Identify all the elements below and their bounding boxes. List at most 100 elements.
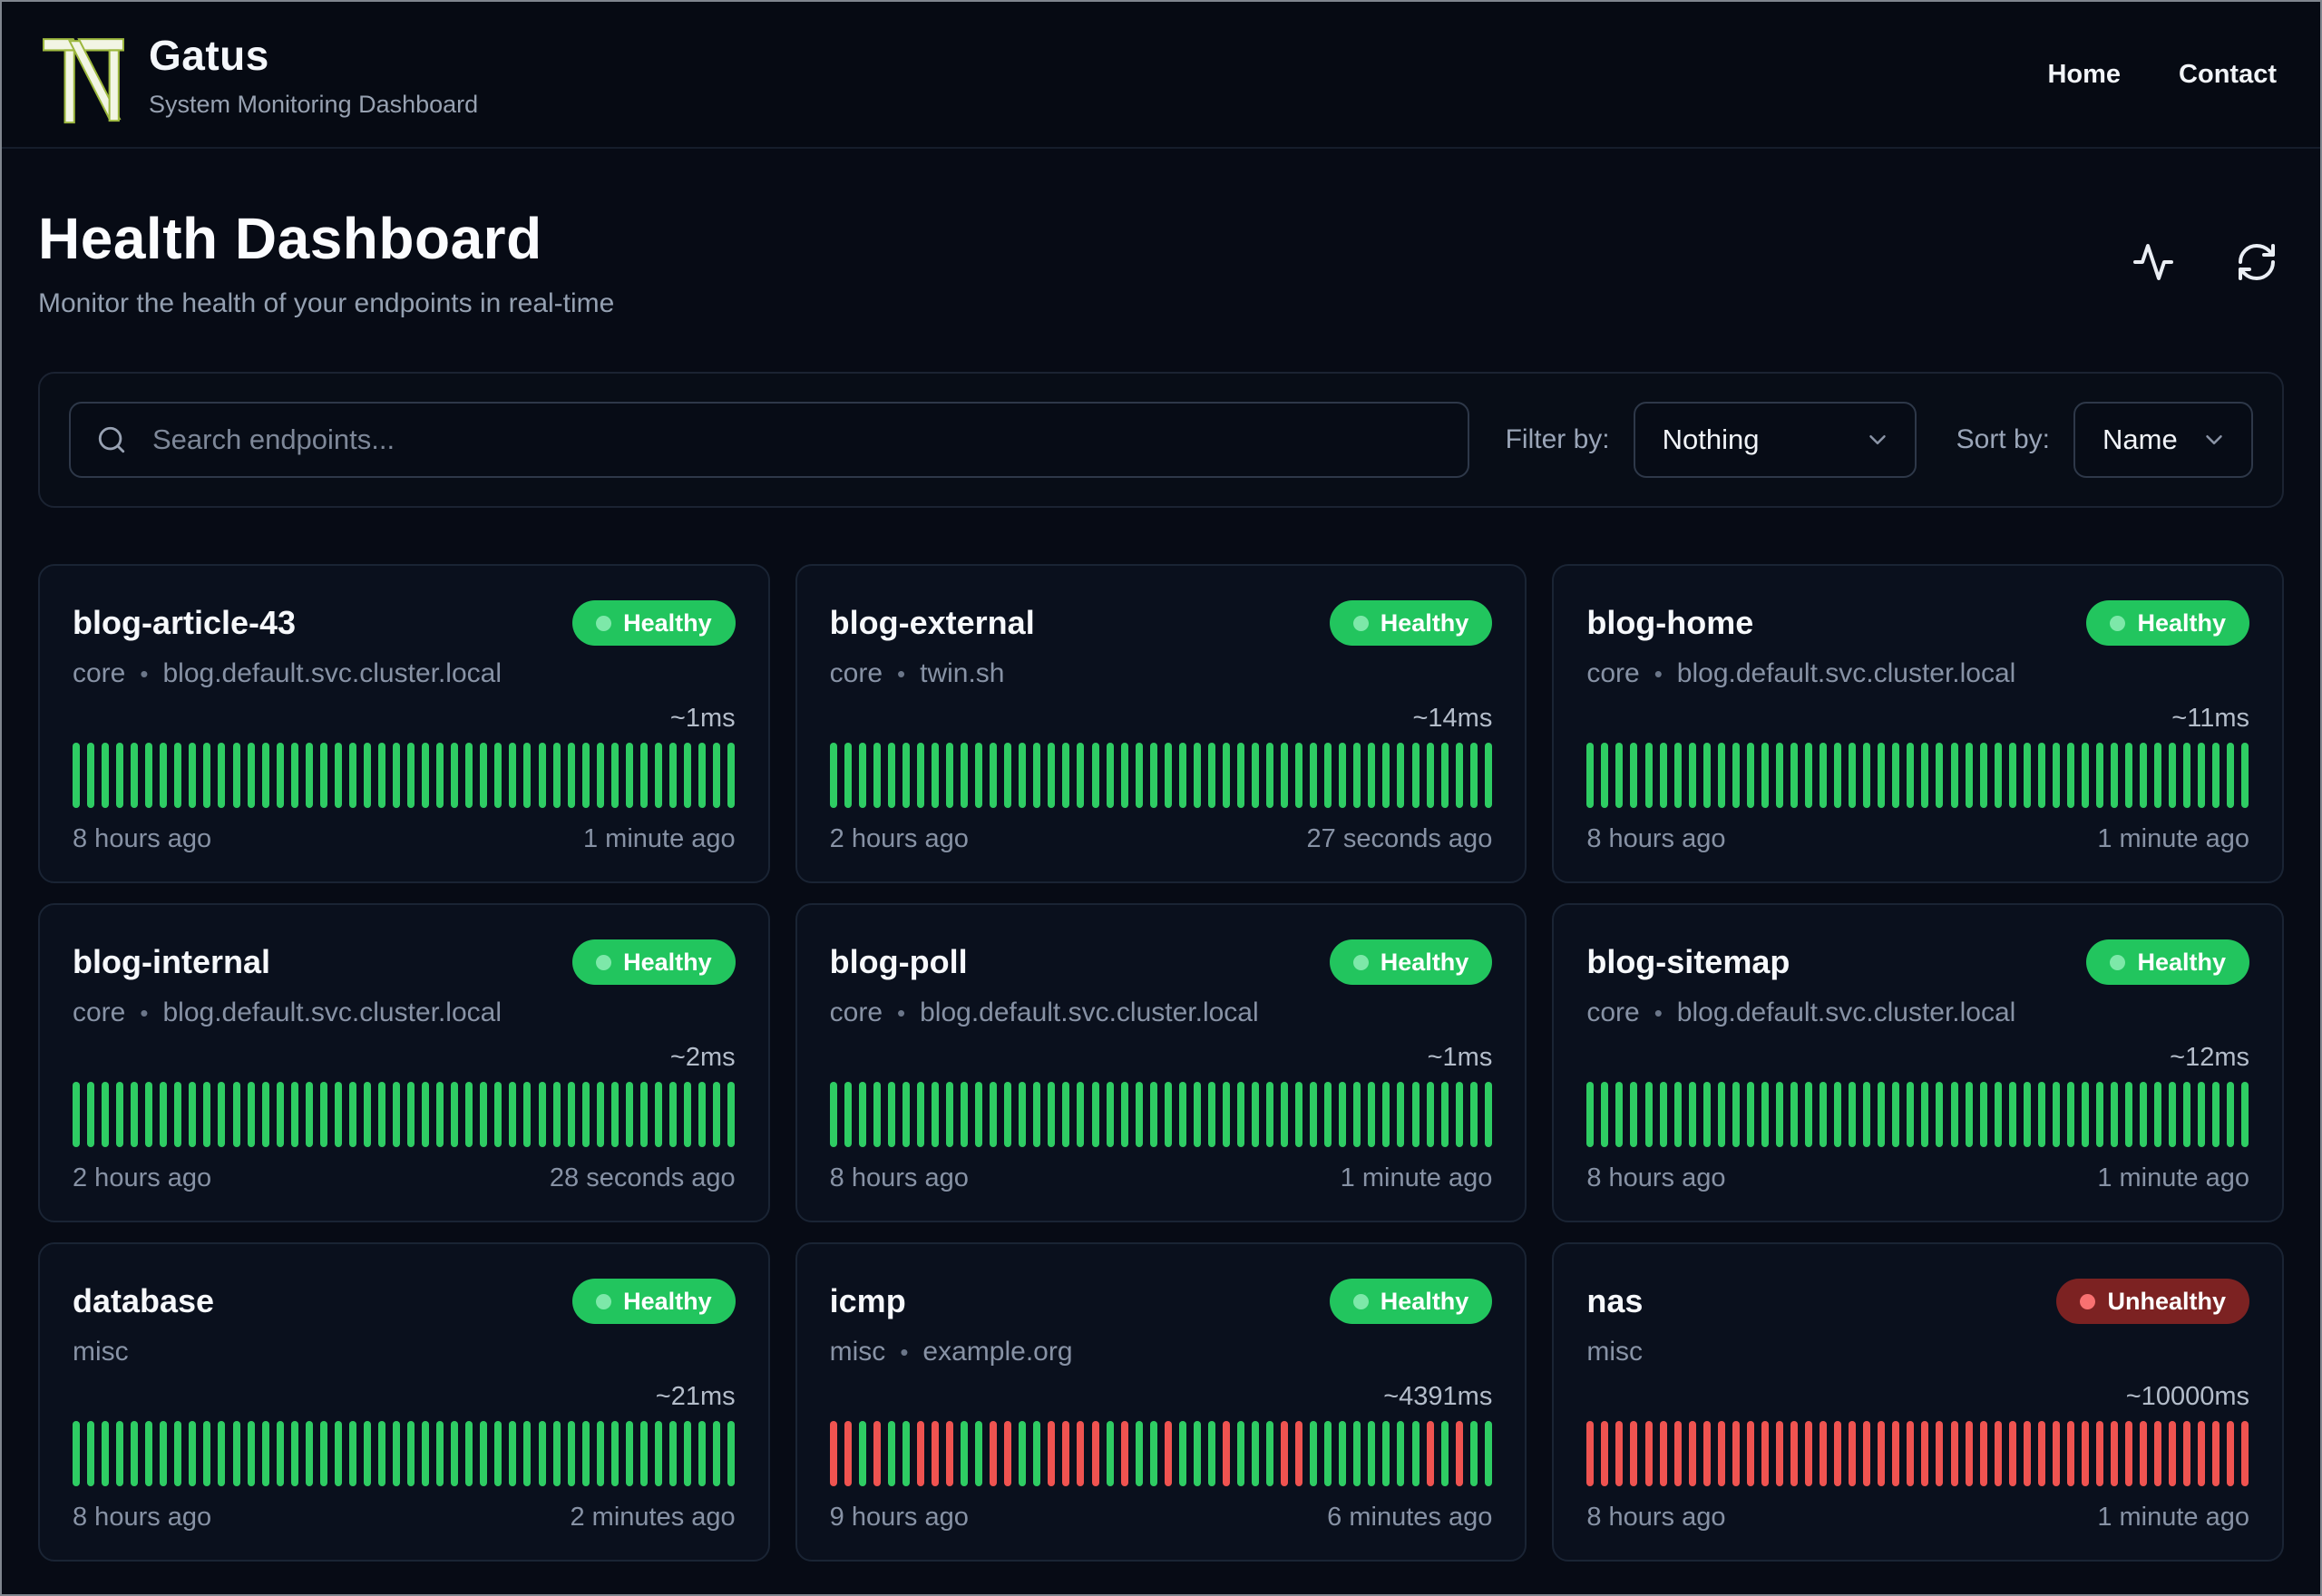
time-oldest: 8 hours ago [1586,824,1726,853]
uptime-bar-success [625,1421,633,1486]
time-range: 8 hours ago 1 minute ago [1586,1503,2249,1533]
endpoint-card[interactable]: database Healthy misc • ~21ms 8 hours ag… [38,1242,770,1562]
uptime-bar-success [1106,1421,1114,1486]
uptime-bar-failure [1746,1421,1754,1486]
filter-select[interactable]: Nothing [1633,402,1917,478]
endpoint-meta: core • twin.sh [830,658,1493,689]
uptime-bar-success [73,743,80,808]
endpoint-card[interactable]: icmp Healthy misc • example.org ~4391ms … [795,1242,1527,1562]
uptime-bar-failure [2125,1421,2133,1486]
uptime-bar-success [1717,1082,1725,1147]
card-header: icmp Healthy [830,1279,1493,1324]
uptime-bar-success [1921,1082,1929,1147]
time-range: 2 hours ago 28 seconds ago [73,1163,736,1193]
activity-icon[interactable] [2132,240,2175,284]
endpoint-latency: ~10000ms [2125,1382,2249,1411]
time-newest: 1 minute ago [582,824,736,853]
uptime-bar-success [1207,1082,1215,1147]
app-subtitle: System Monitoring Dashboard [149,90,479,118]
uptime-bar-success [698,1082,707,1147]
time-oldest: 8 hours ago [1586,1503,1726,1532]
status-label: Healthy [623,608,712,637]
uptime-bar-success [1892,1082,1900,1147]
uptime-bar-success [858,1421,866,1486]
endpoint-host: blog.default.svc.cluster.local [162,998,502,1027]
uptime-bar-success [1994,743,2002,808]
search-icon [98,426,125,453]
time-oldest: 8 hours ago [829,1163,969,1192]
endpoint-card[interactable]: blog-sitemap Healthy core • blog.default… [1552,903,2284,1222]
uptime-bar-success [552,1082,561,1147]
uptime-bar-failure [1426,1421,1434,1486]
uptime-bar-success [1252,1082,1260,1147]
uptime-bar-success [465,1082,473,1147]
endpoint-card[interactable]: blog-poll Healthy core • blog.default.sv… [795,903,1527,1222]
uptime-bar-failure [844,1421,852,1486]
uptime-bar-success [73,1082,80,1147]
uptime-bar-success [581,1421,590,1486]
endpoint-card[interactable]: nas Unhealthy misc • ~10000ms 8 hours ag… [1552,1242,2284,1562]
uptime-bar-success [116,1082,124,1147]
uptime-bar-success [1004,1082,1012,1147]
uptime-bar-success [290,743,298,808]
uptime-bar-failure [1834,1421,1842,1486]
uptime-bar-success [1630,743,1638,808]
endpoint-grid: blog-article-43 Healthy core • blog.defa… [38,564,2284,1562]
uptime-bar-success [1266,743,1274,808]
nav-link-contact[interactable]: Contact [2179,60,2277,90]
uptime-bar-success [654,743,662,808]
status-badge: Healthy [2086,600,2249,646]
uptime-bar-success [713,1082,721,1147]
uptime-bar-success [552,743,561,808]
uptime-bar-success [931,1082,939,1147]
search-input[interactable] [69,402,1469,478]
uptime-bar-success [1761,1082,1769,1147]
refresh-icon[interactable] [2235,240,2278,284]
uptime-bar-success [494,743,502,808]
uptime-bar-failure [2037,1421,2045,1486]
uptime-bar-success [1135,1421,1143,1486]
uptime-bar-success [480,1421,488,1486]
uptime-bar-success [1630,1082,1638,1147]
status-badge: Healthy [2086,939,2249,985]
uptime-bar-success [393,1082,401,1147]
endpoint-host: twin.sh [920,658,1005,688]
endpoint-card[interactable]: blog-article-43 Healthy core • blog.defa… [38,564,770,883]
uptime-bar-success [523,743,532,808]
uptime-bar-success [625,743,633,808]
time-range: 8 hours ago 1 minute ago [73,824,736,854]
uptime-bar-success [1397,1082,1405,1147]
uptime-bar-success [276,743,284,808]
uptime-bar-success [1469,743,1478,808]
uptime-bar-success [1469,1082,1478,1147]
uptime-bar-success [2212,743,2220,808]
endpoint-card[interactable]: blog-internal Healthy core • blog.defaul… [38,903,770,1222]
uptime-bar-success [1382,1421,1390,1486]
uptime-bar-success [683,743,691,808]
uptime-bar-success [319,1082,327,1147]
uptime-bar-success [465,1421,473,1486]
uptime-bar-success [2169,1082,2177,1147]
main-content: Health Dashboard Monitor the health of y… [2,149,2320,1562]
endpoint-name: blog-poll [829,943,968,980]
sort-select[interactable]: Name [2073,402,2253,478]
uptime-bar-success [2008,1082,2016,1147]
endpoint-meta: misc • [1586,1337,2249,1367]
uptime-bar-success [1746,743,1754,808]
uptime-bar-success [1324,743,1332,808]
status-badge: Healthy [572,600,736,646]
uptime-bar-success [1950,1082,1958,1147]
uptime-bar-success [218,743,226,808]
uptime-bar-success [1149,743,1157,808]
uptime-bars [1586,1082,2249,1147]
uptime-bar-success [174,743,182,808]
endpoint-card[interactable]: blog-external Healthy core • twin.sh ~14… [795,564,1527,883]
endpoint-card[interactable]: blog-home Healthy core • blog.default.sv… [1552,564,2284,883]
uptime-bar-success [218,1082,226,1147]
page-title-row: Health Dashboard Monitor the health of y… [38,205,2284,319]
uptime-bar-success [1091,743,1099,808]
endpoint-group: core [829,658,883,688]
uptime-bar-success [1965,743,1973,808]
uptime-bar-success [567,743,575,808]
nav-link-home[interactable]: Home [2047,60,2121,90]
